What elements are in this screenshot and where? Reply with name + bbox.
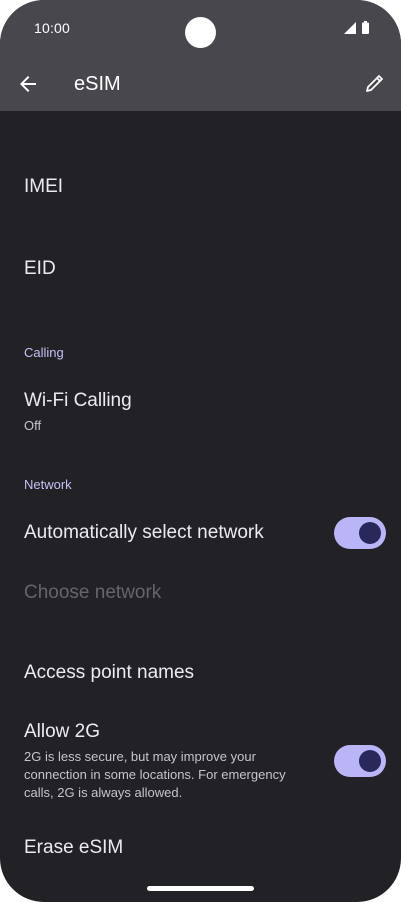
phone-screen: 10:00 eSIM IMEI EID Calling Wi-Fi Callin…	[0, 0, 401, 902]
eid-title: EID	[24, 258, 56, 279]
arrow-back-icon[interactable]	[16, 72, 40, 96]
allow-2g-item[interactable]: Allow 2G 2G is less secure, but may impr…	[24, 721, 314, 802]
imei-item[interactable]: IMEI	[24, 176, 63, 198]
access-point-names-item[interactable]: Access point names	[24, 662, 194, 684]
battery-icon	[362, 21, 369, 34]
allow-2g-toggle[interactable]	[334, 745, 386, 777]
signal-icon	[344, 21, 356, 34]
toggle-thumb	[359, 522, 381, 544]
camera-cutout	[185, 17, 216, 48]
eid-item[interactable]: EID	[24, 258, 56, 280]
section-header-calling: Calling	[24, 345, 64, 360]
pencil-icon[interactable]	[363, 71, 387, 95]
auto-select-network-toggle[interactable]	[334, 517, 386, 549]
auto-select-network-title: Automatically select network	[24, 522, 264, 543]
gesture-nav-handle[interactable]	[147, 886, 254, 891]
app-bar: 10:00 eSIM	[0, 0, 401, 111]
status-icons	[344, 21, 369, 34]
wifi-calling-item[interactable]: Wi-Fi Calling Off	[24, 390, 132, 433]
erase-esim-item[interactable]: Erase eSIM	[24, 837, 123, 859]
section-header-network: Network	[24, 477, 72, 492]
erase-esim-title: Erase eSIM	[24, 837, 124, 858]
access-point-names-title: Access point names	[24, 662, 195, 683]
choose-network-item: Choose network	[24, 582, 161, 604]
auto-select-network-item[interactable]: Automatically select network	[24, 522, 264, 544]
allow-2g-title: Allow 2G	[24, 721, 101, 742]
page-title: eSIM	[74, 73, 121, 95]
toggle-thumb	[359, 750, 381, 772]
wifi-calling-summary: Off	[24, 418, 42, 433]
allow-2g-summary: 2G is less secure, but may improve your …	[24, 749, 286, 800]
choose-network-title: Choose network	[24, 582, 162, 603]
imei-title: IMEI	[24, 176, 64, 197]
wifi-calling-title: Wi-Fi Calling	[24, 390, 132, 411]
status-time: 10:00	[34, 20, 71, 36]
